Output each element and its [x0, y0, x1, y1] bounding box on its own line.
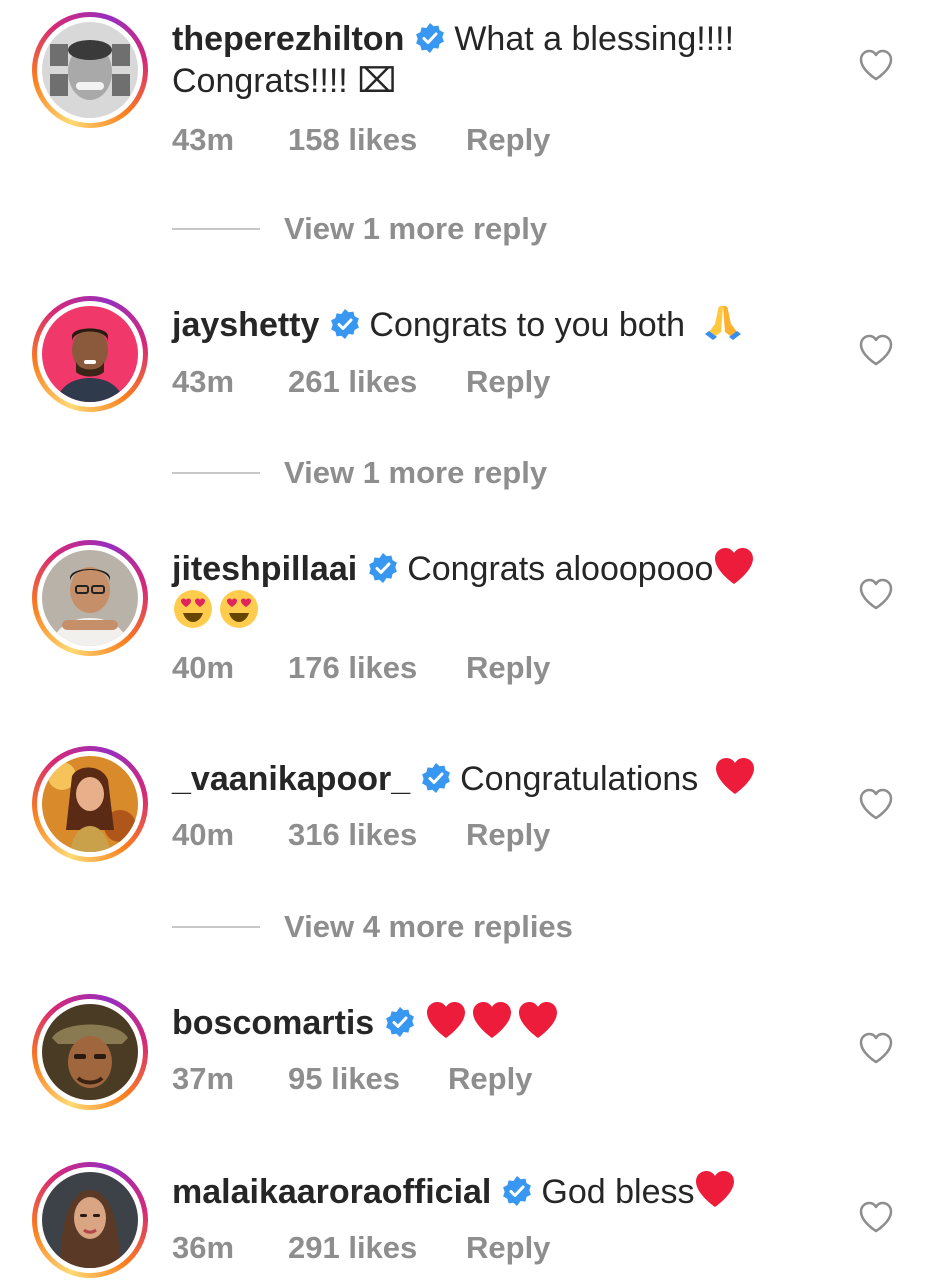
reply-button[interactable]: Reply: [448, 1061, 532, 1097]
comment-timestamp: 40m: [172, 817, 235, 852]
comment-username[interactable]: boscomartis: [172, 1004, 374, 1042]
comment-username[interactable]: jiteshpillaai: [172, 550, 357, 588]
divider: [172, 228, 260, 230]
comment-likes-count[interactable]: 176 likes: [288, 650, 466, 686]
red-heart-emoji: [516, 1000, 560, 1050]
reply-button[interactable]: Reply: [466, 364, 550, 400]
verified-badge-icon: [367, 552, 399, 594]
comment-likes-count[interactable]: 316 likes: [288, 817, 466, 853]
avatar-story-ring[interactable]: [32, 540, 148, 656]
verified-badge-icon: [501, 1175, 533, 1217]
view-more-replies-label[interactable]: View 4 more replies: [284, 907, 573, 947]
comment-username[interactable]: theperezhilton: [172, 20, 404, 58]
verified-badge-icon: [414, 22, 446, 64]
comment-username[interactable]: jayshetty: [172, 306, 319, 344]
reply-button[interactable]: Reply: [466, 650, 550, 686]
red-heart-emoji: [714, 756, 756, 806]
red-heart-emoji: [470, 1000, 514, 1050]
comment-timestamp: 36m: [172, 1230, 235, 1265]
like-heart-icon[interactable]: [858, 1031, 894, 1065]
red-heart-emoji: [694, 1169, 736, 1219]
view-more-replies-label[interactable]: View 1 more reply: [284, 209, 547, 249]
like-heart-icon[interactable]: [858, 48, 894, 82]
comment-likes-count[interactable]: 95 likes: [288, 1061, 448, 1097]
divider: [172, 926, 260, 928]
comment-text: What a blessing!!!!: [454, 20, 735, 58]
like-heart-icon[interactable]: [858, 577, 894, 611]
view-more-replies[interactable]: View 4 more replies: [172, 907, 772, 947]
avatar-image: [42, 306, 138, 402]
reply-button[interactable]: Reply: [466, 122, 550, 158]
comment-text: Congrats to you both: [369, 306, 686, 344]
reply-button[interactable]: Reply: [466, 817, 550, 853]
like-heart-icon[interactable]: [858, 1200, 894, 1234]
comment-timestamp: 40m: [172, 650, 235, 685]
heart-eyes-emoji: [218, 588, 260, 640]
verified-badge-icon: [384, 1006, 416, 1048]
avatar-story-ring[interactable]: [32, 1162, 148, 1278]
comment-timestamp: 43m: [172, 364, 235, 399]
comment-timestamp: 43m: [172, 122, 235, 157]
comment-text: Congrats alooopooo: [407, 550, 714, 588]
comment-likes-count[interactable]: 261 likes: [288, 364, 466, 400]
avatar: [42, 22, 138, 118]
comment-username[interactable]: _vaanikapoor_: [172, 760, 410, 798]
heart-eyes-emoji: [172, 588, 214, 640]
comment-timestamp: 37m: [172, 1061, 235, 1096]
view-more-replies[interactable]: View 1 more reply: [172, 209, 772, 249]
comment-text-continued: Congrats!!!! ⌧: [172, 62, 397, 100]
avatar-story-ring[interactable]: [32, 746, 148, 862]
verified-badge-icon: [329, 308, 361, 350]
view-more-replies[interactable]: View 1 more reply: [172, 453, 772, 493]
avatar: [42, 1004, 138, 1100]
like-heart-icon[interactable]: [858, 333, 894, 367]
avatar: [42, 550, 138, 646]
avatar-image: [42, 1172, 138, 1268]
avatar-story-ring[interactable]: [32, 296, 148, 412]
avatar: [42, 756, 138, 852]
reply-button[interactable]: Reply: [466, 1230, 550, 1266]
comment-username[interactable]: malaikaaroraofficial: [172, 1173, 491, 1211]
divider: [172, 472, 260, 474]
avatar: [42, 1172, 138, 1268]
avatar-image: [42, 550, 138, 646]
comment-likes-count[interactable]: 291 likes: [288, 1230, 466, 1266]
view-more-replies-label[interactable]: View 1 more reply: [284, 453, 547, 493]
red-heart-emoji: [713, 546, 755, 596]
red-heart-emoji: [424, 1000, 468, 1050]
verified-badge-icon: [420, 762, 452, 804]
avatar-story-ring[interactable]: [32, 994, 148, 1110]
comment-likes-count[interactable]: 158 likes: [288, 122, 466, 158]
comment-text: Congratulations: [460, 760, 699, 798]
avatar-image: [42, 756, 138, 852]
folded-hands-emoji: [703, 302, 743, 352]
comment-text: God bless: [541, 1173, 695, 1211]
like-heart-icon[interactable]: [858, 787, 894, 821]
avatar-story-ring[interactable]: [32, 12, 148, 128]
avatar: [42, 306, 138, 402]
avatar-image: [42, 22, 138, 118]
avatar-image: [42, 1004, 138, 1100]
